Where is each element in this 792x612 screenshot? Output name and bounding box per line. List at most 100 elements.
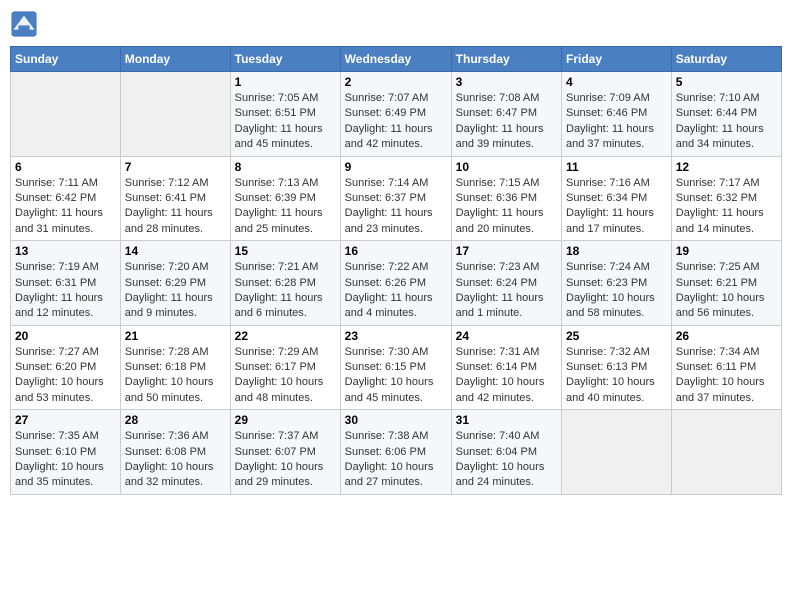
weekday-header-sunday: Sunday: [11, 47, 121, 72]
day-info: Sunrise: 7:22 AM Sunset: 6:26 PM Dayligh…: [345, 260, 447, 322]
day-info: Sunrise: 7:38 AM Sunset: 6:06 PM Dayligh…: [345, 429, 447, 491]
day-number: 15: [235, 244, 336, 258]
day-number: 7: [125, 160, 226, 174]
calendar-cell: 16 Sunrise: 7:22 AM Sunset: 6:26 PM Dayli…: [340, 241, 451, 326]
calendar-week-4: 20 Sunrise: 7:27 AM Sunset: 6:20 PM Dayli…: [11, 325, 782, 410]
calendar-cell: 25 Sunrise: 7:32 AM Sunset: 6:13 PM Dayli…: [562, 325, 672, 410]
day-info: Sunrise: 7:21 AM Sunset: 6:28 PM Dayligh…: [235, 260, 336, 322]
calendar-cell: 13 Sunrise: 7:19 AM Sunset: 6:31 PM Dayli…: [11, 241, 121, 326]
day-number: 12: [676, 160, 777, 174]
day-info: Sunrise: 7:37 AM Sunset: 6:07 PM Dayligh…: [235, 429, 336, 491]
day-number: 9: [345, 160, 447, 174]
day-info: Sunrise: 7:25 AM Sunset: 6:21 PM Dayligh…: [676, 260, 777, 322]
day-info: Sunrise: 7:35 AM Sunset: 6:10 PM Dayligh…: [15, 429, 116, 491]
calendar-cell: 21Sunrise: 7:28 AM Sunset: 6:18 PM Dayli…: [120, 325, 230, 410]
calendar-cell: 24 Sunrise: 7:31 AM Sunset: 6:14 PM Dayli…: [451, 325, 561, 410]
weekday-header-thursday: Thursday: [451, 47, 561, 72]
day-info: Sunrise: 7:20 AM Sunset: 6:29 PM Dayligh…: [125, 260, 226, 322]
day-number: 25: [566, 329, 667, 343]
calendar-cell: 9 Sunrise: 7:14 AM Sunset: 6:37 PM Daylig…: [340, 156, 451, 241]
calendar-cell: 18Sunrise: 7:24 AM Sunset: 6:23 PM Dayli…: [562, 241, 672, 326]
day-info: Sunrise: 7:17 AM Sunset: 6:32 PM Dayligh…: [676, 176, 777, 238]
day-info: Sunrise: 7:10 AM Sunset: 6:44 PM Dayligh…: [676, 91, 777, 153]
day-number: 13: [15, 244, 116, 258]
calendar-week-1: 1 Sunrise: 7:05 AM Sunset: 6:51 PM Daylig…: [11, 72, 782, 157]
day-number: 20: [15, 329, 116, 343]
day-info: Sunrise: 7:19 AM Sunset: 6:31 PM Dayligh…: [15, 260, 116, 322]
day-info: Sunrise: 7:27 AM Sunset: 6:20 PM Dayligh…: [15, 345, 116, 407]
day-number: 11: [566, 160, 667, 174]
calendar-cell: 26Sunrise: 7:34 AM Sunset: 6:11 PM Dayli…: [671, 325, 781, 410]
calendar-cell: 14 Sunrise: 7:20 AM Sunset: 6:29 PM Dayli…: [120, 241, 230, 326]
calendar-cell: 2 Sunrise: 7:07 AM Sunset: 6:49 PM Daylig…: [340, 72, 451, 157]
calendar-cell: 1 Sunrise: 7:05 AM Sunset: 6:51 PM Daylig…: [230, 72, 340, 157]
day-info: Sunrise: 7:34 AM Sunset: 6:11 PM Dayligh…: [676, 345, 777, 407]
calendar-cell: 8 Sunrise: 7:13 AM Sunset: 6:39 PM Daylig…: [230, 156, 340, 241]
calendar-cell: 28Sunrise: 7:36 AM Sunset: 6:08 PM Dayli…: [120, 410, 230, 495]
calendar-cell: 12 Sunrise: 7:17 AM Sunset: 6:32 PM Dayli…: [671, 156, 781, 241]
day-info: Sunrise: 7:08 AM Sunset: 6:47 PM Dayligh…: [456, 91, 557, 153]
calendar-cell: 23Sunrise: 7:30 AM Sunset: 6:15 PM Dayli…: [340, 325, 451, 410]
day-number: 14: [125, 244, 226, 258]
calendar-cell: 3 Sunrise: 7:08 AM Sunset: 6:47 PM Daylig…: [451, 72, 561, 157]
calendar-cell: 17 Sunrise: 7:23 AM Sunset: 6:24 PM Dayli…: [451, 241, 561, 326]
day-number: 2: [345, 75, 447, 89]
day-number: 4: [566, 75, 667, 89]
day-info: Sunrise: 7:11 AM Sunset: 6:42 PM Dayligh…: [15, 176, 116, 238]
calendar-cell: 10Sunrise: 7:15 AM Sunset: 6:36 PM Dayli…: [451, 156, 561, 241]
day-info: Sunrise: 7:23 AM Sunset: 6:24 PM Dayligh…: [456, 260, 557, 322]
day-number: 29: [235, 413, 336, 427]
weekday-header-friday: Friday: [562, 47, 672, 72]
calendar-cell: 29 Sunrise: 7:37 AM Sunset: 6:07 PM Dayli…: [230, 410, 340, 495]
day-info: Sunrise: 7:32 AM Sunset: 6:13 PM Dayligh…: [566, 345, 667, 407]
day-info: Sunrise: 7:16 AM Sunset: 6:34 PM Dayligh…: [566, 176, 667, 238]
day-info: Sunrise: 7:15 AM Sunset: 6:36 PM Dayligh…: [456, 176, 557, 238]
day-number: 1: [235, 75, 336, 89]
calendar-week-2: 6 Sunrise: 7:11 AM Sunset: 6:42 PM Daylig…: [11, 156, 782, 241]
calendar-cell: [11, 72, 121, 157]
day-number: 5: [676, 75, 777, 89]
day-number: 6: [15, 160, 116, 174]
calendar-cell: [120, 72, 230, 157]
calendar-cell: [562, 410, 672, 495]
logo-icon: [10, 10, 38, 38]
calendar-cell: 15 Sunrise: 7:21 AM Sunset: 6:28 PM Dayli…: [230, 241, 340, 326]
calendar-cell: 5 Sunrise: 7:10 AM Sunset: 6:44 PM Daylig…: [671, 72, 781, 157]
day-number: 16: [345, 244, 447, 258]
day-number: 19: [676, 244, 777, 258]
weekday-header-wednesday: Wednesday: [340, 47, 451, 72]
calendar-cell: 31 Sunrise: 7:40 AM Sunset: 6:04 PM Dayli…: [451, 410, 561, 495]
calendar-cell: 6 Sunrise: 7:11 AM Sunset: 6:42 PM Daylig…: [11, 156, 121, 241]
day-info: Sunrise: 7:05 AM Sunset: 6:51 PM Dayligh…: [235, 91, 336, 153]
day-info: Sunrise: 7:12 AM Sunset: 6:41 PM Dayligh…: [125, 176, 226, 238]
logo: [10, 10, 42, 38]
calendar-cell: [671, 410, 781, 495]
calendar-cell: 22 Sunrise: 7:29 AM Sunset: 6:17 PM Dayli…: [230, 325, 340, 410]
calendar-week-5: 27 Sunrise: 7:35 AM Sunset: 6:10 PM Dayli…: [11, 410, 782, 495]
calendar-cell: 30Sunrise: 7:38 AM Sunset: 6:06 PM Dayli…: [340, 410, 451, 495]
weekday-header-tuesday: Tuesday: [230, 47, 340, 72]
calendar-cell: 4 Sunrise: 7:09 AM Sunset: 6:46 PM Daylig…: [562, 72, 672, 157]
day-number: 23: [345, 329, 447, 343]
day-number: 31: [456, 413, 557, 427]
page-header: [10, 10, 782, 38]
day-info: Sunrise: 7:28 AM Sunset: 6:18 PM Dayligh…: [125, 345, 226, 407]
day-info: Sunrise: 7:40 AM Sunset: 6:04 PM Dayligh…: [456, 429, 557, 491]
day-number: 3: [456, 75, 557, 89]
day-info: Sunrise: 7:29 AM Sunset: 6:17 PM Dayligh…: [235, 345, 336, 407]
day-number: 17: [456, 244, 557, 258]
calendar-cell: 20 Sunrise: 7:27 AM Sunset: 6:20 PM Dayli…: [11, 325, 121, 410]
day-info: Sunrise: 7:09 AM Sunset: 6:46 PM Dayligh…: [566, 91, 667, 153]
day-number: 22: [235, 329, 336, 343]
calendar-table: SundayMondayTuesdayWednesdayThursdayFrid…: [10, 46, 782, 495]
day-number: 24: [456, 329, 557, 343]
day-info: Sunrise: 7:31 AM Sunset: 6:14 PM Dayligh…: [456, 345, 557, 407]
day-number: 27: [15, 413, 116, 427]
weekday-header-saturday: Saturday: [671, 47, 781, 72]
day-number: 8: [235, 160, 336, 174]
day-info: Sunrise: 7:13 AM Sunset: 6:39 PM Dayligh…: [235, 176, 336, 238]
weekday-header-monday: Monday: [120, 47, 230, 72]
day-info: Sunrise: 7:07 AM Sunset: 6:49 PM Dayligh…: [345, 91, 447, 153]
day-info: Sunrise: 7:14 AM Sunset: 6:37 PM Dayligh…: [345, 176, 447, 238]
day-number: 28: [125, 413, 226, 427]
